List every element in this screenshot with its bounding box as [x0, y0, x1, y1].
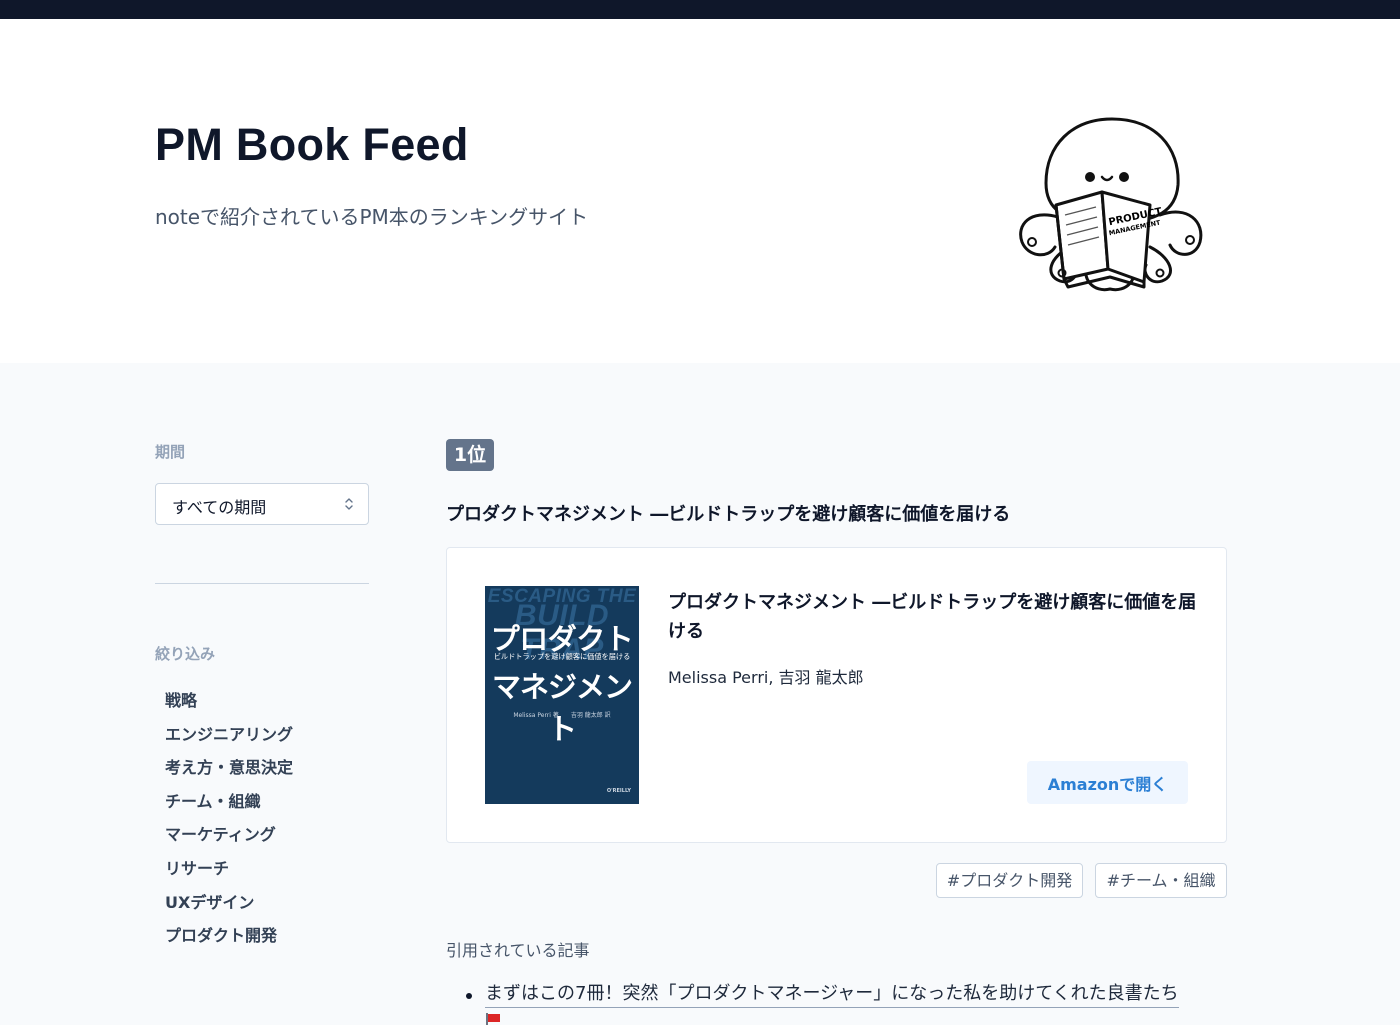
- period-label: 期間: [155, 443, 186, 461]
- sidebar-divider: [155, 583, 369, 584]
- site-title[interactable]: PM Book Feed: [155, 119, 469, 171]
- open-amazon-button[interactable]: Amazonで開く: [1027, 761, 1188, 804]
- top-bar: [0, 0, 1400, 19]
- filter-item-engineering[interactable]: エンジニアリング: [165, 722, 293, 756]
- filter-item-strategy[interactable]: 戦略: [165, 688, 293, 722]
- book-heading[interactable]: プロダクトマネジメント ―ビルドトラップを避け顧客に価値を届ける: [446, 500, 1010, 526]
- list-bullet: [466, 993, 472, 999]
- hero-header: PM Book Feed noteで紹介されているPM本のランキングサイト PR…: [0, 19, 1400, 363]
- octopus-reading-icon: PRODUCT MANAGEMENT: [1019, 117, 1203, 292]
- site-subtitle: noteで紹介されているPM本のランキングサイト: [155, 205, 589, 229]
- filter-label: 絞り込み: [155, 645, 216, 663]
- filter-item-marketing[interactable]: マーケティング: [165, 822, 293, 856]
- book-card: ESCAPING THE BUILD TRAP プロダクト ビルドトラップを避け…: [446, 547, 1227, 843]
- filter-item-decision-making[interactable]: 考え方・意思決定: [165, 755, 293, 789]
- chevron-updown-icon: [345, 498, 353, 510]
- article-link[interactable]: まずはこの7冊！突然「プロダクトマネージャー」になった私を助けてくれた良書たち: [485, 981, 1179, 1008]
- cover-publisher: O'REILLY: [606, 788, 631, 794]
- filter-item-product-dev[interactable]: プロダクト開発: [165, 923, 293, 957]
- filter-item-research[interactable]: リサーチ: [165, 856, 293, 890]
- filter-item-team[interactable]: チーム・組織: [165, 789, 293, 823]
- card-book-author: Melissa Perri, 吉羽 龍太郎: [668, 668, 864, 687]
- period-select[interactable]: すべての期間: [155, 483, 369, 525]
- flag-icon: [486, 1013, 500, 1025]
- cover-jp-subtitle: ビルドトラップを避け顧客に価値を届ける: [493, 652, 631, 661]
- rank-badge: 1位: [446, 439, 494, 471]
- filter-list: 戦略 エンジニアリング 考え方・意思決定 チーム・組織 マーケティング リサーチ…: [165, 688, 293, 957]
- cover-authors: Melissa Perri 著 吉羽 龍太郎 訳: [513, 712, 611, 719]
- tag-team[interactable]: #チーム・組織: [1095, 863, 1227, 898]
- cover-jp-line2: マネジメント: [491, 670, 633, 746]
- tag-product-dev[interactable]: #プロダクト開発: [936, 863, 1083, 898]
- period-select-value: すべての期間: [172, 498, 267, 517]
- card-book-title: プロダクトマネジメント ―ビルドトラップを避け顧客に価値を届ける: [668, 592, 1197, 642]
- filter-item-ux-design[interactable]: UXデザイン: [165, 890, 293, 924]
- book-cover[interactable]: ESCAPING THE BUILD TRAP プロダクト ビルドトラップを避け…: [485, 586, 639, 804]
- cited-articles-label: 引用されている記事: [446, 941, 590, 960]
